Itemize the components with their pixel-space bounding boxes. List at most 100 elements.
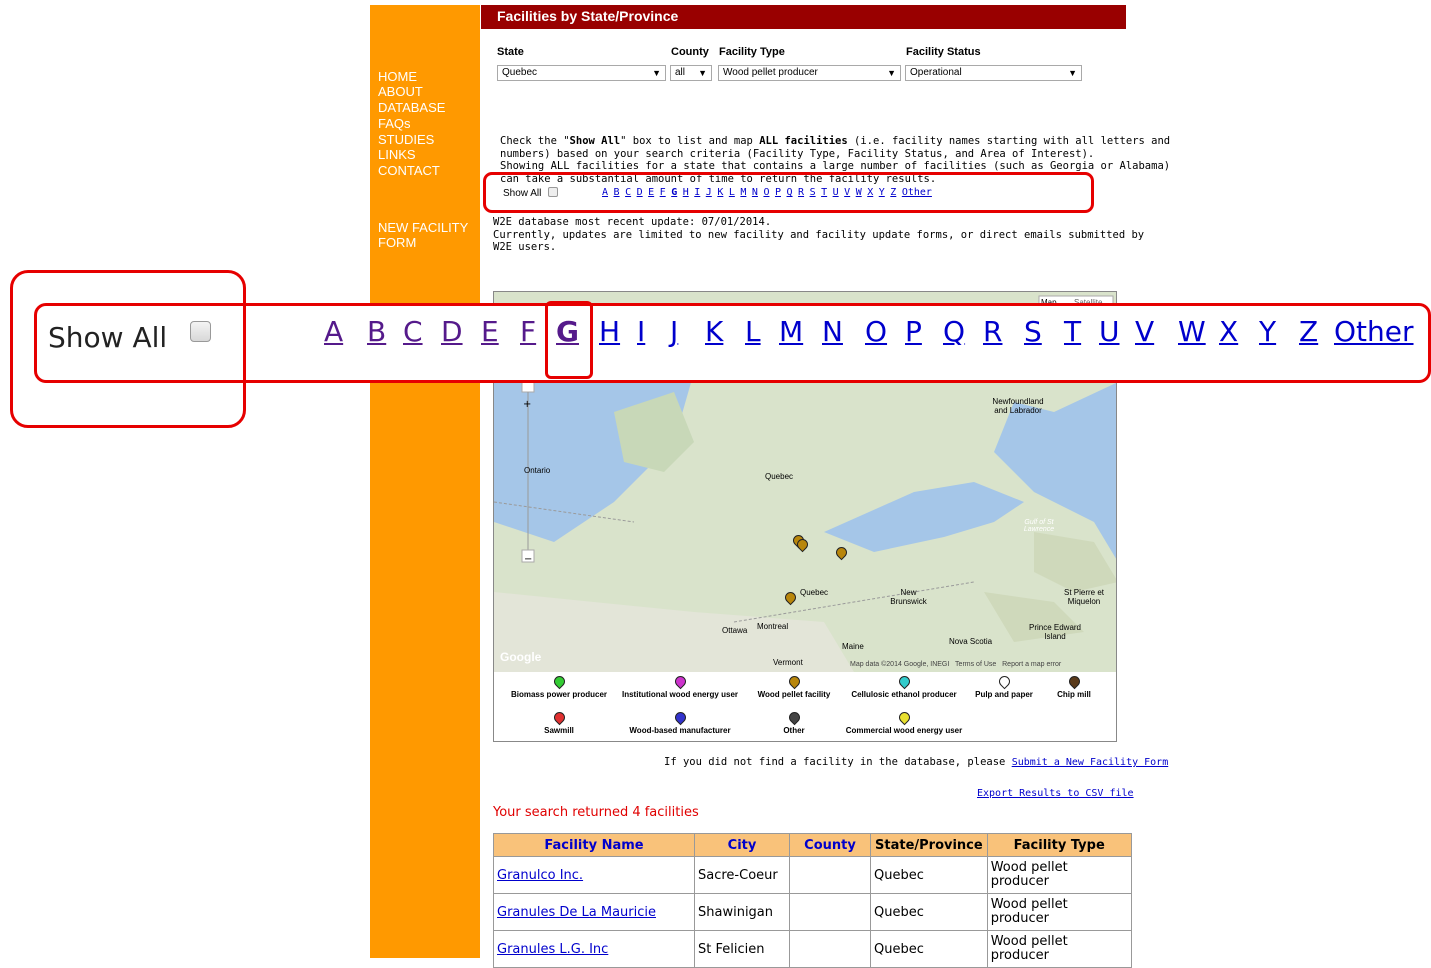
- facility-name-link[interactable]: Granules De La Mauricie: [497, 905, 656, 920]
- not-found-message: If you did not find a facility in the da…: [664, 756, 1168, 770]
- facility-type-select[interactable]: Wood pellet producer ▼: [718, 65, 901, 81]
- col-facility-name[interactable]: Facility Name: [493, 833, 695, 857]
- map-attribution-text: Map data ©2014 Google, INEGI: [850, 661, 950, 668]
- sort-facility-name-link[interactable]: Facility Name: [544, 838, 643, 853]
- map-label-vermont: Vermont: [773, 658, 803, 667]
- sort-county-link[interactable]: County: [804, 838, 856, 853]
- dropdown-arrow-icon: ▼: [887, 68, 896, 78]
- info-1b: Show All: [569, 135, 621, 147]
- map-attribution: Map data ©2014 Google, INEGI Terms of Us…: [850, 661, 1061, 668]
- map-label-nova-scotia: Nova Scotia: [949, 637, 993, 646]
- results-summary: Your search returned 4 facilities: [493, 805, 699, 820]
- nav-links[interactable]: LINKS: [378, 147, 416, 162]
- update-notice: W2E database most recent update: 07/01/2…: [493, 216, 1144, 254]
- nav-about[interactable]: ABOUT: [378, 84, 423, 99]
- info-1d: ALL facilities: [759, 135, 848, 147]
- col-county[interactable]: County: [789, 833, 871, 857]
- facility-type-label: Facility Type: [719, 46, 785, 58]
- county-cell: [789, 930, 871, 968]
- legend-label: Institutional wood energy user: [621, 690, 739, 699]
- map-label-pei: Prince Edward Island: [1028, 623, 1082, 641]
- col-state: State/Province: [870, 833, 988, 857]
- nav-home[interactable]: HOME: [378, 69, 417, 84]
- county-label: County: [671, 46, 709, 58]
- table-row: Granules L.G. Inc St Felicien Quebec Woo…: [493, 930, 1132, 968]
- state-label: State: [497, 46, 524, 58]
- table-header-row: Facility Name City County State/Province…: [493, 833, 1132, 857]
- legend-label: Biomass power producer: [510, 690, 608, 699]
- nav-new-facility-form[interactable]: NEW FACILITY FORM: [378, 220, 468, 250]
- nav-contact[interactable]: CONTACT: [378, 163, 440, 178]
- page-header: Facilities by State/Province: [481, 5, 1126, 29]
- facility-type-select-value: Wood pellet producer: [723, 67, 818, 78]
- map-label-quebec-city: Quebec: [800, 588, 829, 597]
- map-label-new-brunswick: New Brunswick: [890, 588, 927, 606]
- sort-city-link[interactable]: City: [728, 838, 757, 853]
- city-cell: Sacre-Coeur: [694, 856, 790, 894]
- county-cell: [789, 856, 871, 894]
- map-label-gulf: Gulf of St Lawrence: [1023, 519, 1055, 533]
- update-2: Currently, updates are limited to new fa…: [493, 228, 1145, 241]
- info-1e: (i.e. facility names starting with all l…: [847, 135, 1171, 147]
- city-cell: St Felicien: [694, 930, 790, 968]
- zoom-in-icon[interactable]: +: [523, 399, 531, 410]
- export-wrap: Export Results to CSV file: [977, 781, 1134, 800]
- legend-label: Chip mill: [1057, 690, 1091, 699]
- legend-label: Other: [783, 726, 805, 735]
- nav-new-facility-line2: FORM: [378, 235, 417, 250]
- table-row: Granulco Inc. Sacre-Coeur Quebec Wood pe…: [493, 856, 1132, 894]
- show-all-highlight: [10, 270, 246, 428]
- legend-label: Sawmill: [544, 726, 574, 735]
- facility-status-select-value: Operational: [910, 67, 962, 78]
- nav-database[interactable]: DATABASE: [378, 100, 445, 115]
- google-logo: Google: [500, 650, 542, 664]
- dropdown-arrow-icon: ▼: [1068, 68, 1077, 78]
- city-cell: Shawinigan: [694, 893, 790, 931]
- results-table: Facility Name City County State/Province…: [493, 833, 1132, 968]
- map-label-newfoundland: Newfoundland and Labrador: [992, 397, 1044, 415]
- nav-faqs[interactable]: FAQs: [378, 116, 411, 131]
- map-label-montreal: Montreal: [757, 622, 789, 631]
- selected-letter-highlight: [545, 301, 593, 379]
- facility-name-link[interactable]: Granules L.G. Inc: [497, 942, 608, 957]
- legend-label: Commercial wood energy user: [845, 726, 963, 735]
- info-1c: " box to list and map: [620, 135, 760, 147]
- info-2: numbers) based on your search criteria (…: [500, 147, 1095, 160]
- table-row: Granules De La Mauricie Shawinigan Quebe…: [493, 893, 1132, 931]
- county-cell: [789, 893, 871, 931]
- legend-label: Wood pellet facility: [757, 690, 831, 699]
- map-label-maine: Maine: [842, 642, 864, 651]
- letter-row-highlight: [483, 172, 1094, 213]
- state-cell: Quebec: [870, 856, 988, 894]
- legend-label: Pulp and paper: [975, 690, 1033, 699]
- map-terms-link[interactable]: Terms of Use: [955, 661, 996, 668]
- dropdown-arrow-icon: ▼: [652, 68, 661, 78]
- type-cell: Wood pellet producer: [986, 856, 1132, 894]
- state-select[interactable]: Quebec ▼: [497, 65, 666, 81]
- col-facility-type: Facility Type: [986, 833, 1132, 857]
- county-select[interactable]: all ▼: [670, 65, 712, 81]
- not-found-text: If you did not find a facility in the da…: [664, 756, 1012, 768]
- nav-studies[interactable]: STUDIES: [378, 132, 434, 147]
- submit-facility-link[interactable]: Submit a New Facility Form: [1012, 757, 1169, 768]
- update-1: W2E database most recent update: 07/01/2…: [493, 216, 772, 228]
- update-3: W2E users.: [493, 241, 557, 253]
- facility-status-select[interactable]: Operational ▼: [905, 65, 1082, 81]
- state-cell: Quebec: [870, 930, 988, 968]
- type-cell: Wood pellet producer: [986, 930, 1132, 968]
- dropdown-arrow-icon: ▼: [698, 68, 707, 78]
- county-select-value: all: [675, 67, 686, 78]
- col-city[interactable]: City: [694, 833, 790, 857]
- state-cell: Quebec: [870, 893, 988, 931]
- map-report-link[interactable]: Report a map error: [1002, 661, 1061, 668]
- info-3: Showing ALL facilities for a state that …: [500, 160, 1171, 172]
- legend-label: Cellulosic ethanol producer: [851, 690, 957, 699]
- facility-status-label: Facility Status: [906, 46, 981, 58]
- info-1a: Check the ": [500, 135, 570, 147]
- map-label-ontario: Ontario: [524, 466, 551, 475]
- type-cell: Wood pellet producer: [986, 893, 1132, 931]
- facility-name-link[interactable]: Granulco Inc.: [497, 868, 583, 883]
- zoom-out-icon[interactable]: −: [524, 554, 532, 565]
- legend-label: Wood-based manufacturer: [629, 726, 731, 735]
- export-csv-link[interactable]: Export Results to CSV file: [977, 788, 1134, 799]
